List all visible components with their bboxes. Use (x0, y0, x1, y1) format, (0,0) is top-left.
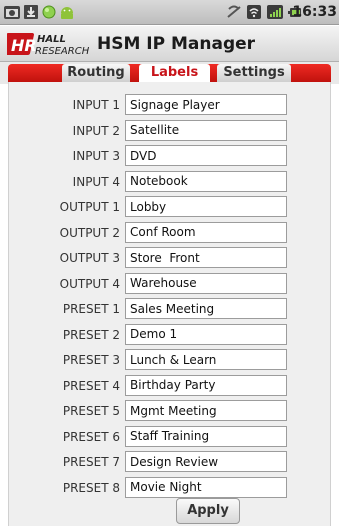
row-label: OUTPUT 1 (59, 200, 120, 214)
row-label: INPUT 1 (72, 98, 120, 112)
app-title: HSM IP Manager (97, 34, 256, 54)
label-input[interactable] (125, 298, 287, 319)
row-label: PRESET 4 (62, 378, 120, 393)
svg-text:RESEARCH: RESEARCH (35, 46, 90, 57)
label-input[interactable] (125, 400, 287, 421)
row-label: PRESET 2 (62, 327, 120, 342)
screenshot-icon (4, 6, 20, 19)
row-label: INPUT 4 (72, 174, 120, 189)
tab-settings[interactable]: Settings (217, 64, 291, 82)
status-bar: 16:33 (0, 0, 339, 25)
download-icon (24, 5, 38, 19)
label-input[interactable] (125, 170, 287, 192)
label-input[interactable] (125, 374, 287, 396)
signal-bars-icon (267, 5, 283, 19)
label-input[interactable] (125, 272, 287, 294)
label-input[interactable] (125, 247, 287, 268)
row-label: PRESET 5 (62, 404, 120, 418)
svg-text:HR: HR (11, 36, 37, 55)
label-input[interactable] (125, 221, 287, 243)
hall-research-logo: HR HALL RESEARCH (7, 33, 90, 57)
label-input[interactable] (125, 451, 287, 472)
title-bar: HR HALL RESEARCH HSM IP Manager (0, 26, 339, 62)
row-label: PRESET 1 (62, 302, 120, 316)
row-label: INPUT 2 (72, 123, 120, 138)
label-input[interactable] (125, 145, 287, 166)
apply-button[interactable]: Apply (176, 498, 240, 524)
row-label: PRESET 7 (62, 455, 120, 469)
row-label: INPUT 3 (72, 149, 120, 163)
android-icon (61, 7, 73, 19)
clock: 16:33 (292, 4, 337, 20)
label-input[interactable] (125, 425, 287, 447)
label-input[interactable] (125, 119, 287, 141)
row-label: PRESET 6 (62, 429, 120, 444)
no-signal-icon (227, 5, 241, 18)
label-input[interactable] (125, 196, 287, 217)
wifi-icon (247, 5, 261, 19)
row-label: OUTPUT 4 (59, 276, 120, 291)
tab-labels[interactable]: Labels (139, 64, 210, 82)
green-status-icon (42, 5, 56, 19)
label-input[interactable] (125, 94, 287, 115)
svg-text:HALL: HALL (37, 34, 66, 45)
row-label: PRESET 8 (62, 480, 120, 495)
row-label: OUTPUT 2 (59, 225, 120, 240)
label-input[interactable] (125, 349, 287, 370)
label-input[interactable] (125, 323, 287, 345)
row-label: OUTPUT 3 (59, 251, 120, 265)
row-label: PRESET 3 (62, 353, 120, 367)
label-input[interactable] (125, 476, 287, 498)
tab-routing[interactable]: Routing (62, 64, 130, 82)
